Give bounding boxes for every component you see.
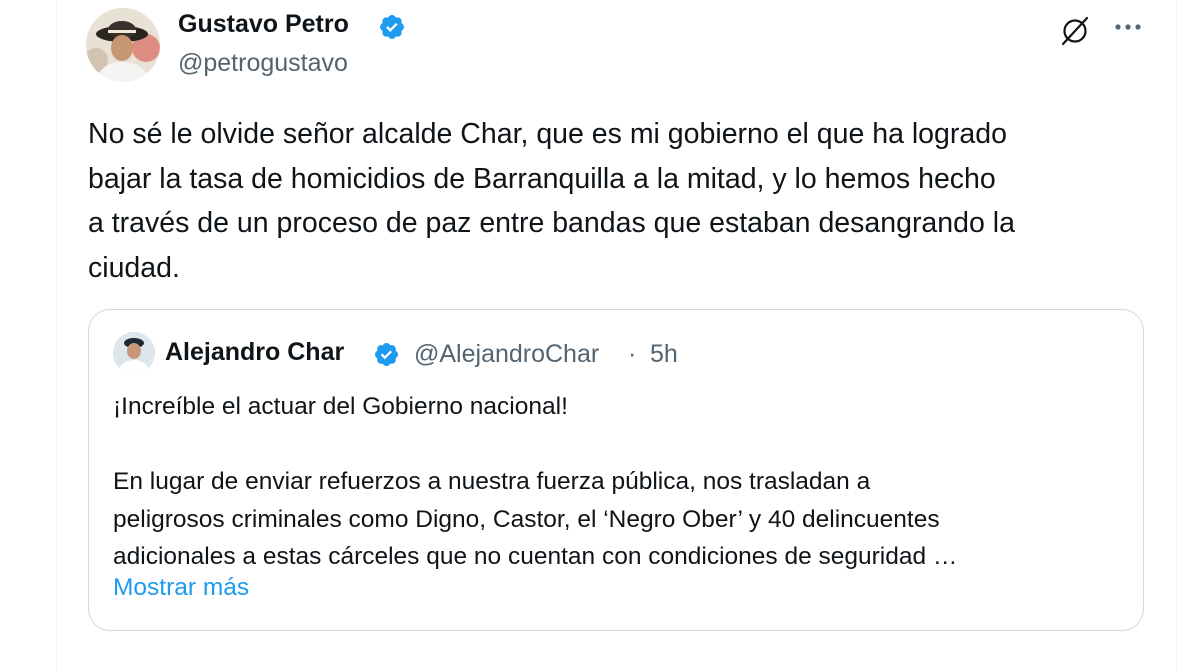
quoted-avatar-photo-image xyxy=(113,332,155,374)
author-avatar[interactable] xyxy=(86,8,160,82)
quoted-tweet-text: ¡Increíble el actuar del Gobierno nacion… xyxy=(113,393,958,570)
timeline-right-border xyxy=(1176,0,1177,672)
more-icon[interactable] xyxy=(1112,18,1144,36)
quoted-verified-badge-icon xyxy=(374,342,399,367)
quoted-author-avatar[interactable] xyxy=(113,332,155,374)
quoted-author-name[interactable]: Alejandro Char xyxy=(165,338,344,367)
quoted-timestamp[interactable]: 5h xyxy=(650,340,678,369)
verified-badge-icon xyxy=(380,15,404,39)
quoted-separator-dot: · xyxy=(628,340,637,368)
author-handle[interactable]: @petrogustavo xyxy=(178,49,348,78)
tweet-text: No sé le olvide señor alcalde Char, que … xyxy=(88,118,1015,284)
quoted-author-handle[interactable]: @AlejandroChar xyxy=(414,340,599,369)
avatar-photo-image xyxy=(86,8,160,82)
author-name[interactable]: Gustavo Petro xyxy=(178,10,349,39)
grok-icon[interactable] xyxy=(1058,14,1092,48)
show-more-link[interactable]: Mostrar más xyxy=(113,574,249,602)
quoted-tweet-card[interactable]: Alejandro Char @AlejandroChar · 5h ¡Incr… xyxy=(88,309,1144,631)
timeline-left-border xyxy=(56,0,57,672)
